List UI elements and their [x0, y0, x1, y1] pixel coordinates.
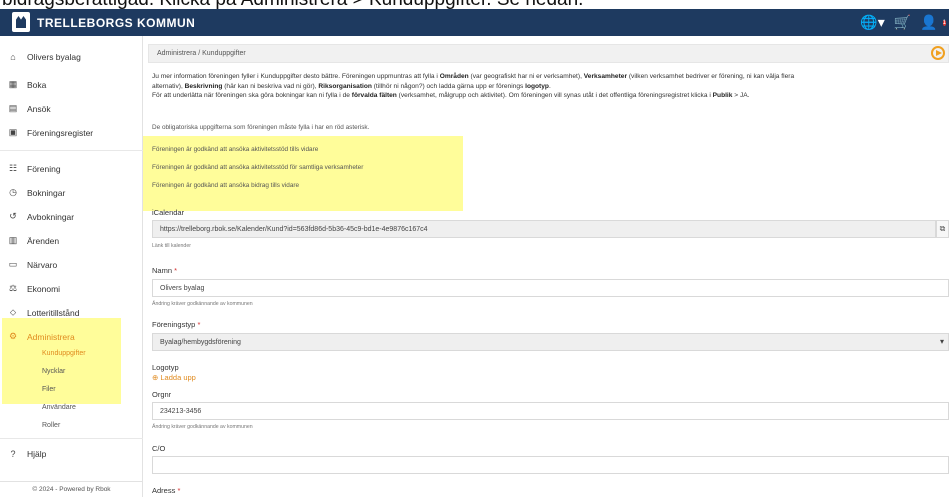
play-icon[interactable] [931, 46, 945, 60]
attendance-icon: ▭ [8, 259, 18, 269]
sidebar-item-label: Ansök [27, 103, 51, 114]
co-label: C/O [152, 444, 166, 453]
sidebar-subitem-filer[interactable]: Filer [42, 386, 56, 393]
sidebar-item-arenden[interactable]: ▥ Ärenden [8, 235, 59, 246]
sidebar-item-label: Förening [27, 163, 61, 174]
sidebar-item-label: Administrera [27, 331, 75, 342]
type-label: Föreningstyp * [152, 320, 201, 329]
top-icons: 🌐▾ 🛒 👤 1 [860, 14, 946, 31]
sidebar-subitem-roller[interactable]: Roller [42, 422, 60, 429]
sidebar-item-account[interactable]: ⌂ Olivers byalag [8, 52, 81, 62]
sidebar-item-ansok[interactable]: ▤ Ansök [8, 103, 51, 114]
sidebar-item-label: Ekonomi [27, 283, 61, 294]
undo-icon: ↺ [9, 211, 17, 221]
sidebar-subitem-anvandare[interactable]: Användare [42, 404, 76, 411]
sidebar-item-narvaro[interactable]: ▭ Närvaro [8, 259, 58, 270]
type-select[interactable]: Byalag/hembygdsförening [152, 333, 949, 351]
sidebar-subitem-kunduppgifter[interactable]: Kunduppgifter [42, 350, 86, 357]
sidebar-item-boka[interactable]: ▦ Boka [8, 79, 47, 90]
logo-label: Logotyp [152, 363, 179, 372]
gear-icon: ⚙ [8, 331, 18, 341]
app-window: bidragsberättigad. Klicka på Administrer… [0, 0, 949, 497]
sidebar-item-label: Hjälp [27, 449, 47, 459]
sidebar-item-label: Avbokningar [27, 211, 75, 222]
sidebar-item-label: Ärenden [27, 235, 60, 246]
user-icon[interactable]: 👤 1 [920, 14, 946, 31]
sidebar-item-label: Närvaro [27, 259, 58, 270]
name-field[interactable]: Olivers byalag [152, 279, 949, 297]
breadcrumb-bar: Administrera / Kunduppgifter [148, 44, 949, 63]
mandatory-notice: De obligatoriska uppgifterna som förenin… [152, 124, 370, 131]
brand-name: TRELLEBORGS KOMMUN [37, 16, 196, 30]
intro-line-1: Ju mer information föreningen fyller i K… [152, 73, 795, 80]
approval-notice: Föreningen är godkänd att ansöka aktivit… [152, 164, 364, 171]
sidebar-item-help[interactable]: ? Hjälp [8, 449, 46, 459]
lottery-icon: ⬦ [9, 307, 17, 317]
upload-button[interactable]: ⊕ Ladda upp [152, 373, 196, 382]
orgnr-field[interactable]: 234213-3456 [152, 402, 949, 420]
sidebar-item-label: Boka [27, 79, 47, 90]
sidebar-item-label: Föreningsregister [27, 127, 94, 138]
cart-icon[interactable]: 🛒 [894, 14, 911, 31]
sidebar-divider [0, 150, 143, 151]
upload-icon: ⊕ [152, 373, 159, 382]
address-label: Adress * [152, 486, 181, 495]
icalendar-field[interactable]: https://trelleborg.rbok.se/Kalender/Kund… [152, 220, 936, 238]
register-icon: ▣ [8, 127, 18, 137]
footer: © 2024 - Powered by Rbok [0, 481, 143, 497]
name-hint: Ändring kräver godkännande av kommunen [152, 301, 253, 307]
sidebar: ⌂ Olivers byalag ▦ Boka ▤ Ansök ▣ Föreni… [0, 36, 143, 497]
notification-badge: 1 [942, 20, 946, 26]
icalendar-hint: Länk till kalender [152, 243, 191, 249]
sidebar-divider [0, 438, 143, 439]
breadcrumb[interactable]: Administrera / Kunduppgifter [157, 50, 246, 57]
copy-icon[interactable]: ⧉ [936, 220, 949, 238]
intro-text: Ju mer information föreningen fyller i K… [152, 72, 949, 101]
icalendar-label: iCalendar [152, 208, 185, 217]
chevron-down-icon[interactable]: ▾ [940, 337, 944, 346]
sidebar-item-label: Bokningar [27, 187, 66, 198]
co-field[interactable] [152, 456, 949, 474]
sidebar-item-administrera[interactable]: ⚙ Administrera [8, 331, 75, 342]
globe-icon[interactable]: 🌐▾ [860, 14, 884, 31]
document-caption: bidragsberättigad. Klicka på Administrer… [2, 0, 583, 9]
sidebar-item-bokningar[interactable]: ◷ Bokningar [8, 187, 65, 198]
sidebar-item-avbokningar[interactable]: ↺ Avbokningar [8, 211, 74, 222]
logo[interactable] [12, 12, 30, 32]
sidebar-item-foreningsregister[interactable]: ▣ Föreningsregister [8, 127, 93, 138]
approval-notice: Föreningen är godkänd att ansöka aktivit… [152, 146, 319, 153]
calendar-icon: ▦ [8, 79, 18, 89]
sidebar-item-lotteritillstand[interactable]: ⬦ Lotteritillstånd [8, 307, 80, 318]
orgnr-hint: Ändring kräver godkännande av kommunen [152, 424, 253, 430]
clock-icon: ◷ [9, 187, 17, 197]
scale-icon: ⚖ [8, 283, 18, 293]
sidebar-item-ekonomi[interactable]: ⚖ Ekonomi [8, 283, 60, 294]
document-top-text: bidragsberättigad. Klicka på Administrer… [0, 0, 949, 9]
top-bar: TRELLEBORGS KOMMUN 🌐▾ 🛒 👤 1 [0, 9, 949, 36]
case-icon: ▥ [8, 235, 18, 245]
name-label: Namn * [152, 266, 178, 275]
briefcase-icon: ▤ [8, 103, 18, 113]
intro-line-3: För att underlätta när föreningen ska gö… [152, 92, 750, 100]
group-icon: ☷ [8, 163, 18, 173]
home-icon: ⌂ [10, 52, 16, 62]
sidebar-subitem-nycklar[interactable]: Nycklar [42, 368, 65, 375]
approval-notice: Föreningen är godkänd att ansöka bidrag … [152, 182, 300, 189]
intro-line-2: alternativ), Beskrivning (här kan ni bes… [152, 82, 551, 90]
help-icon: ? [10, 449, 16, 459]
sidebar-item-label: Lotteritillstånd [27, 307, 80, 318]
orgnr-label: Orgnr [152, 390, 172, 399]
sidebar-item-forening[interactable]: ☷ Förening [8, 163, 61, 174]
sidebar-item-label: Olivers byalag [27, 52, 81, 62]
